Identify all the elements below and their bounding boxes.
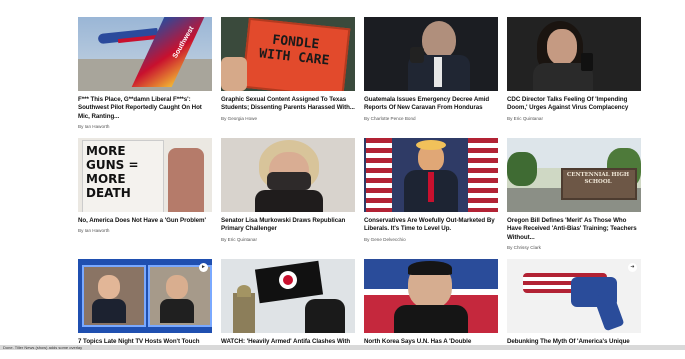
- article-card[interactable]: Conservatives Are Woefully Out-Marketed …: [364, 138, 498, 259]
- sign-text: CENTENNIAL HIGH SCHOOL: [566, 172, 630, 185]
- article-card[interactable]: Guatemala Issues Emergency Decree Amid R…: [364, 17, 498, 138]
- article-card[interactable]: MORE GUNS = MORE DEATH No, America Does …: [78, 138, 212, 259]
- article-card[interactable]: ➜ Debunking The Myth Of 'America's Uniqu…: [507, 259, 641, 359]
- article-headline[interactable]: No, America Does Not Have a 'Gun Problem…: [78, 217, 212, 225]
- article-thumbnail[interactable]: ➜: [507, 259, 641, 333]
- article-card[interactable]: North Korea Says U.N. Has A 'Double: [364, 259, 498, 359]
- article-headline[interactable]: Guatemala Issues Emergency Decree Amid R…: [364, 96, 498, 113]
- article-card[interactable]: CENTENNIAL HIGH SCHOOL Oregon Bill Defin…: [507, 138, 641, 259]
- article-byline: By Charlotte Pence Bond: [364, 115, 416, 121]
- article-thumbnail[interactable]: [364, 259, 498, 333]
- browser-status-bar: Done. Tiller News (show) adds some overl…: [0, 345, 685, 350]
- play-icon: ►: [199, 263, 208, 272]
- article-headline[interactable]: Conservatives Are Woefully Out-Marketed …: [364, 217, 498, 234]
- article-thumbnail[interactable]: [507, 17, 641, 91]
- article-thumbnail[interactable]: [364, 138, 498, 212]
- article-card[interactable]: Southwest F*** This Place, G**damn Liber…: [78, 17, 212, 138]
- article-byline: By Ian Haworth: [78, 123, 110, 129]
- share-icon: ➜: [628, 263, 637, 272]
- article-headline[interactable]: Senator Lisa Murkowski Draws Republican …: [221, 217, 355, 234]
- sign-text: MORE GUNS = MORE DEATH: [86, 144, 139, 200]
- article-grid: Southwest F*** This Place, G**damn Liber…: [78, 17, 641, 359]
- article-card[interactable]: Senator Lisa Murkowski Draws Republican …: [221, 138, 355, 259]
- article-headline[interactable]: Oregon Bill Defines 'Merit' As Those Who…: [507, 217, 641, 242]
- article-card[interactable]: FONDLE WITH CARE Graphic Sexual Content …: [221, 17, 355, 138]
- article-thumbnail[interactable]: ►: [78, 259, 212, 333]
- article-card[interactable]: ► 7 Topics Late Night TV Hosts Won't Tou…: [78, 259, 212, 359]
- article-thumbnail[interactable]: CENTENNIAL HIGH SCHOOL: [507, 138, 641, 212]
- article-thumbnail[interactable]: Southwest: [78, 17, 212, 91]
- article-card[interactable]: WATCH: 'Heavily Armed' Antifa Clashes Wi…: [221, 259, 355, 359]
- article-thumbnail[interactable]: [221, 259, 355, 333]
- article-byline: By Ian Haworth: [78, 228, 110, 234]
- article-byline: By Eric Quintanar: [507, 115, 543, 121]
- article-byline: By Chrissy Clark: [507, 244, 541, 250]
- article-byline: By Eric Quintanar: [221, 236, 257, 242]
- article-thumbnail[interactable]: MORE GUNS = MORE DEATH: [78, 138, 212, 212]
- article-headline[interactable]: Graphic Sexual Content Assigned To Texas…: [221, 96, 355, 113]
- article-byline: By Georgia Howe: [221, 115, 258, 121]
- article-thumbnail[interactable]: FONDLE WITH CARE: [221, 17, 355, 91]
- article-headline[interactable]: F*** This Place, G**damn Liberal F***s':…: [78, 96, 212, 121]
- article-byline: By Gene Delvecchio: [364, 236, 406, 242]
- article-card[interactable]: CDC Director Talks Feeling Of 'Impending…: [507, 17, 641, 138]
- article-thumbnail[interactable]: [364, 17, 498, 91]
- article-thumbnail[interactable]: [221, 138, 355, 212]
- article-headline[interactable]: CDC Director Talks Feeling Of 'Impending…: [507, 96, 641, 113]
